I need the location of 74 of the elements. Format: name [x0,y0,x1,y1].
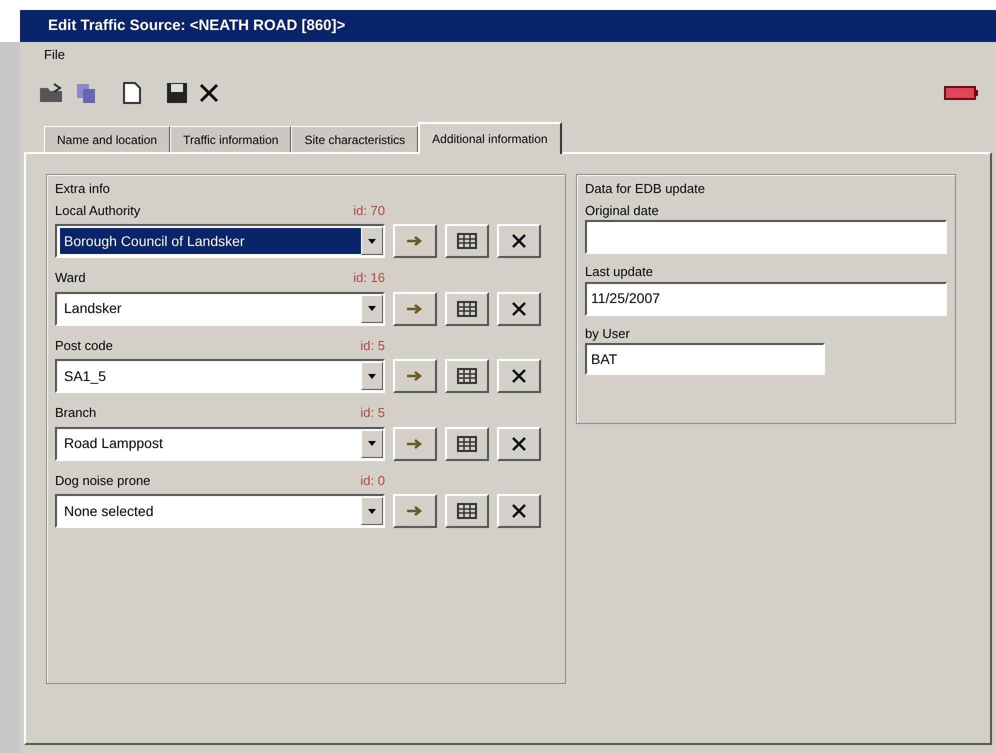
combo-value: SA1_5 [63,366,108,386]
field-label: by User [585,324,631,343]
clear-button[interactable] [497,494,541,528]
close-icon [510,436,528,452]
field-label: Original date [585,202,660,220]
dropdown-button[interactable] [361,227,383,255]
id-label: id: 5 [360,336,385,354]
dropdown-button[interactable] [361,497,383,525]
save-icon[interactable] [166,82,188,104]
assign-button[interactable] [393,359,437,393]
copy-icon[interactable] [74,82,98,104]
table-icon [457,368,477,384]
field-label: Last update [585,263,654,281]
window-title: Edit Traffic Source: <NEATH ROAD [860]> [48,16,346,36]
caret-icon [368,441,376,446]
dropdown-button[interactable] [361,294,383,322]
lookup-button[interactable] [445,426,489,460]
table-icon [457,436,477,452]
assign-button[interactable] [393,292,437,326]
combo-value: Landsker [63,299,123,318]
date-field[interactable]: 11/25/2007 [585,282,947,316]
field-label: Dog noise prone [55,472,150,490]
close-icon[interactable] [198,83,220,103]
clear-button[interactable] [497,359,541,393]
close-icon [510,300,528,316]
clear-button[interactable] [497,292,541,326]
assign-button[interactable] [393,494,437,528]
dropdown-button[interactable] [361,430,383,458]
field-label: Branch [55,404,96,422]
assign-button[interactable] [393,224,437,258]
folder-icon[interactable] [38,82,64,104]
combo-value: Borough Council of Landsker [60,228,361,254]
tab[interactable]: Name and location [44,126,170,152]
tab[interactable]: Traffic information [170,126,292,152]
id-label: id: 5 [360,404,385,422]
combo-value: Road Lamppost [63,434,164,453]
close-icon [510,503,528,519]
caret-icon [368,238,376,244]
caret-icon [368,374,376,378]
combo-box[interactable]: Borough Council of Landsker [55,224,385,258]
lookup-button[interactable] [445,359,489,393]
lookup-button[interactable] [445,224,489,258]
date-field[interactable] [585,220,947,254]
close-icon [510,233,528,249]
id-label: id: 70 [353,202,385,220]
menu-item[interactable]: File [44,45,65,65]
group-title: Extra info [55,180,111,198]
lookup-button[interactable] [445,494,489,528]
lookup-button[interactable] [445,292,489,326]
dropdown-button[interactable] [361,362,383,390]
combo-box[interactable]: Landsker [55,292,385,326]
tab[interactable]: Site characteristics [291,126,418,152]
clear-button[interactable] [497,426,541,460]
table-icon [457,233,477,249]
assign-button[interactable] [393,426,437,460]
table-icon [457,300,477,316]
combo-box[interactable]: SA1_5 [55,359,385,393]
combo-box[interactable]: None selected [55,494,385,528]
clear-button[interactable] [497,224,541,258]
caret-icon [368,508,376,514]
field-label: Local Authority [55,202,140,220]
id-label: id: 16 [353,269,385,287]
combo-box[interactable]: Road Lamppost [55,426,385,460]
field-label: Post code [55,336,113,354]
tab[interactable]: Additional information [418,122,562,154]
field-label: Ward [55,269,86,287]
new-file-icon[interactable] [122,81,142,105]
combo-value: None selected [63,502,155,520]
caret-icon [368,306,376,311]
id-label: id: 0 [360,472,385,490]
user-field[interactable]: BAT [585,343,825,375]
group-title: Data for EDB update [585,180,706,198]
close-icon [510,368,528,384]
table-icon [457,503,477,519]
